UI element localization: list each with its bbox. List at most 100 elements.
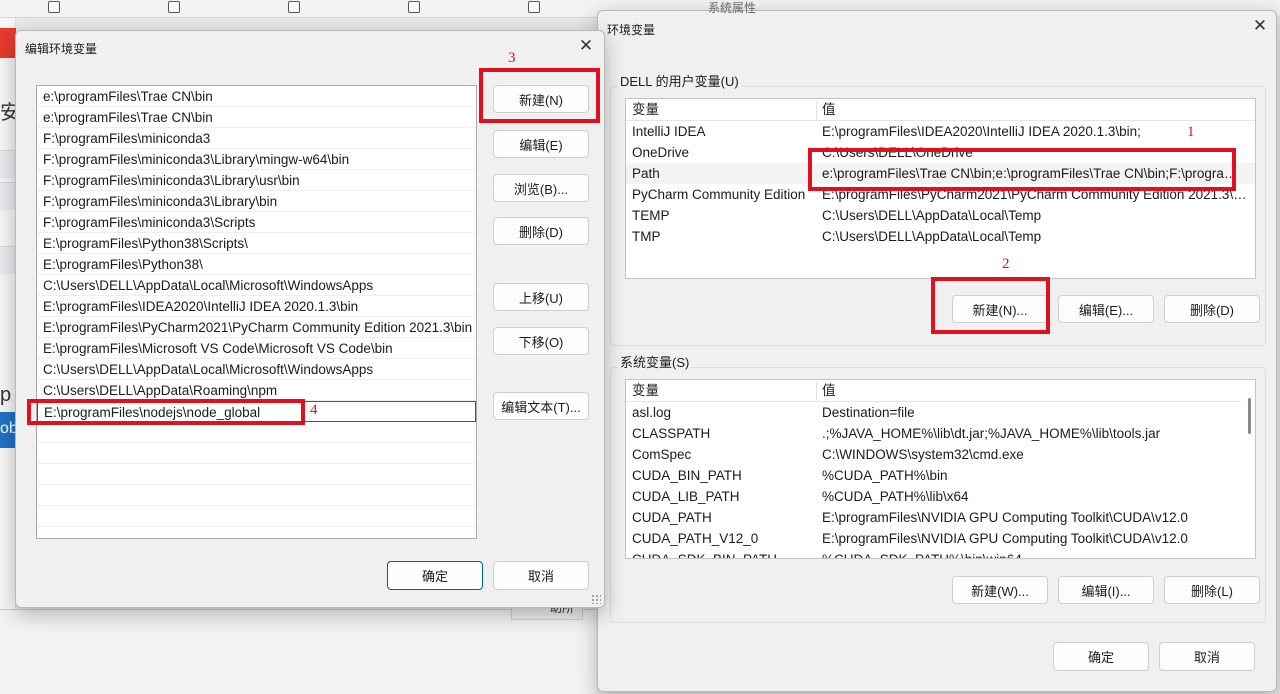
variable-name: TMP: [632, 229, 661, 244]
delete-button[interactable]: 删除(D): [493, 217, 589, 245]
user-edit-button[interactable]: 编辑(E)...: [1058, 295, 1154, 323]
system-edit-button[interactable]: 编辑(I)...: [1058, 576, 1154, 604]
path-list[interactable]: e:\programFiles\Trae CN\bin e:\programFi…: [36, 85, 477, 539]
system-variables-label: 系统变量(S): [618, 352, 692, 371]
variable-value: C:\Users\DELL\AppData\Local\Temp: [822, 208, 1042, 223]
table-row[interactable]: CUDA_LIB_PATH %CUDA_PATH%\lib\x64: [626, 486, 1255, 507]
dialog-title: 编辑环境变量: [25, 42, 98, 56]
column-header-value[interactable]: 值: [822, 99, 1247, 121]
vertical-scrollbar[interactable]: [1241, 380, 1255, 558]
column-divider: [816, 101, 817, 119]
list-item[interactable]: F:\programFiles\miniconda3\Library\usr\b…: [37, 170, 476, 191]
list-item-empty[interactable]: [37, 443, 476, 464]
system-new-button[interactable]: 新建(W)...: [952, 576, 1048, 604]
system-variables-list[interactable]: 变量 值 asl.log Destination=file CLASSPATH …: [625, 379, 1256, 559]
table-row[interactable]: asl.log Destination=file: [626, 402, 1255, 423]
list-item-empty[interactable]: [37, 422, 476, 443]
list-item[interactable]: e:\programFiles\Trae CN\bin: [37, 86, 476, 107]
scrollbar-thumb[interactable]: [1248, 398, 1251, 434]
tab-icon: [528, 1, 540, 13]
table-row[interactable]: CUDA_PATH_V12_0 E:\programFiles\NVIDIA G…: [626, 528, 1255, 549]
background-red-logo: [0, 28, 16, 58]
table-row[interactable]: TEMP C:\Users\DELL\AppData\Local\Temp: [626, 205, 1255, 226]
list-item[interactable]: F:\programFiles\miniconda3\Library\bin: [37, 191, 476, 212]
list-item[interactable]: E:\programFiles\Python38\Scripts\: [37, 233, 476, 254]
tab-icon: [48, 1, 60, 13]
list-item-empty[interactable]: [37, 485, 476, 506]
annotation-number: 4: [310, 402, 318, 418]
column-header-value[interactable]: 值: [822, 380, 1247, 402]
edit-button[interactable]: 编辑(E): [493, 130, 589, 158]
variable-name: OneDrive: [632, 145, 690, 160]
list-item-empty[interactable]: [37, 464, 476, 485]
list-item[interactable]: E:\programFiles\IDEA2020\IntelliJ IDEA 2…: [37, 296, 476, 317]
list-item[interactable]: C:\Users\DELL\AppData\Roaming\npm: [37, 380, 476, 401]
list-item[interactable]: F:\programFiles\miniconda3\Scripts: [37, 212, 476, 233]
background-text: p: [0, 384, 12, 406]
variable-value: %CUDA_PATH%\lib\x64: [822, 489, 969, 504]
variable-value: %CUDA_SDK_PATH%\bin\win64: [822, 549, 1247, 558]
move-down-button[interactable]: 下移(O): [493, 327, 589, 355]
variable-value: C:\WINDOWS\system32\cmd.exe: [822, 447, 1024, 462]
annotation-number: 2: [1002, 256, 1010, 272]
variable-name: CUDA_PATH_V12_0: [632, 531, 759, 546]
list-item[interactable]: E:\programFiles\Microsoft VS Code\Micros…: [37, 338, 476, 359]
table-row[interactable]: TMP C:\Users\DELL\AppData\Local\Temp: [626, 226, 1255, 247]
table-row[interactable]: CUDA_PATH E:\programFiles\NVIDIA GPU Com…: [626, 507, 1255, 528]
variable-name: CUDA_BIN_PATH: [632, 468, 742, 483]
user-variables-label: DELL 的用户变量(U): [618, 71, 741, 90]
background-row: [0, 182, 16, 210]
variable-value: E:\programFiles\NVIDIA GPU Computing Too…: [822, 510, 1188, 525]
list-item[interactable]: F:\programFiles\miniconda3\Library\mingw…: [37, 149, 476, 170]
close-icon[interactable]: ✕: [572, 35, 600, 57]
system-delete-button[interactable]: 删除(L): [1164, 576, 1260, 604]
table-row[interactable]: IntelliJ IDEA E:\programFiles\IDEA2020\I…: [626, 121, 1255, 142]
variable-value: E:\programFiles\NVIDIA GPU Computing Too…: [822, 531, 1188, 546]
annotation-number: 3: [508, 50, 516, 66]
annotation-box-path-row: [808, 148, 1236, 191]
window-title: 环境变量: [607, 23, 656, 37]
move-up-button[interactable]: 上移(U): [493, 283, 589, 311]
variable-value: %CUDA_PATH%\bin: [822, 468, 948, 483]
resize-grip[interactable]: [591, 594, 601, 604]
ok-button[interactable]: 确定: [1053, 642, 1149, 671]
background-selection: ob: [0, 412, 18, 448]
annotation-number: 1: [1187, 124, 1195, 140]
column-header-name[interactable]: 变量: [632, 380, 818, 402]
cancel-button[interactable]: 取消: [1159, 642, 1255, 671]
list-item[interactable]: E:\programFiles\PyCharm2021\PyCharm Comm…: [37, 317, 476, 338]
table-row[interactable]: CUDA_SDK_BIN_PATH %CUDA_SDK_PATH%\bin\wi…: [626, 549, 1255, 558]
list-item[interactable]: e:\programFiles\Trae CN\bin: [37, 107, 476, 128]
list-item-empty[interactable]: [37, 506, 476, 527]
variable-name: asl.log: [632, 405, 672, 420]
variable-name: Path: [632, 166, 660, 181]
tab-icon: [168, 1, 180, 13]
edit-text-button[interactable]: 编辑文本(T)...: [493, 392, 589, 420]
variable-value: C:\Users\DELL\AppData\Local\Temp: [822, 229, 1042, 244]
variable-value: E:\programFiles\IDEA2020\IntelliJ IDEA 2…: [822, 124, 1141, 139]
table-row[interactable]: CLASSPATH .;%JAVA_HOME%\lib\dt.jar;%JAVA…: [626, 423, 1255, 444]
variable-value: .;%JAVA_HOME%\lib\dt.jar;%JAVA_HOME%\lib…: [822, 426, 1161, 441]
list-header: 变量 值: [626, 99, 1255, 121]
variable-value: Destination=file: [822, 405, 915, 420]
list-item[interactable]: E:\programFiles\Python38\: [37, 254, 476, 275]
column-divider: [816, 382, 817, 400]
ok-button[interactable]: 确定: [387, 561, 483, 590]
column-header-name[interactable]: 变量: [632, 99, 818, 121]
table-row[interactable]: ComSpec C:\WINDOWS\system32\cmd.exe: [626, 444, 1255, 465]
list-item[interactable]: C:\Users\DELL\AppData\Local\Microsoft\Wi…: [37, 275, 476, 296]
list-item[interactable]: C:\Users\DELL\AppData\Local\Microsoft\Wi…: [37, 359, 476, 380]
variable-name: CUDA_LIB_PATH: [632, 489, 740, 504]
background-panel: [0, 609, 596, 694]
list-header: 变量 值: [626, 380, 1255, 402]
browse-button[interactable]: 浏览(B)...: [493, 174, 589, 202]
list-item[interactable]: F:\programFiles\miniconda3: [37, 128, 476, 149]
user-delete-button[interactable]: 删除(D): [1164, 295, 1260, 323]
background-row: [0, 246, 16, 274]
annotation-box-dialog-new-button: [479, 68, 600, 123]
cancel-button[interactable]: 取消: [493, 561, 589, 590]
close-icon[interactable]: ✕: [1246, 15, 1274, 37]
annotation-box-new-button: [931, 277, 1050, 334]
table-row[interactable]: CUDA_BIN_PATH %CUDA_PATH%\bin: [626, 465, 1255, 486]
annotation-box-new-path: [27, 399, 305, 425]
